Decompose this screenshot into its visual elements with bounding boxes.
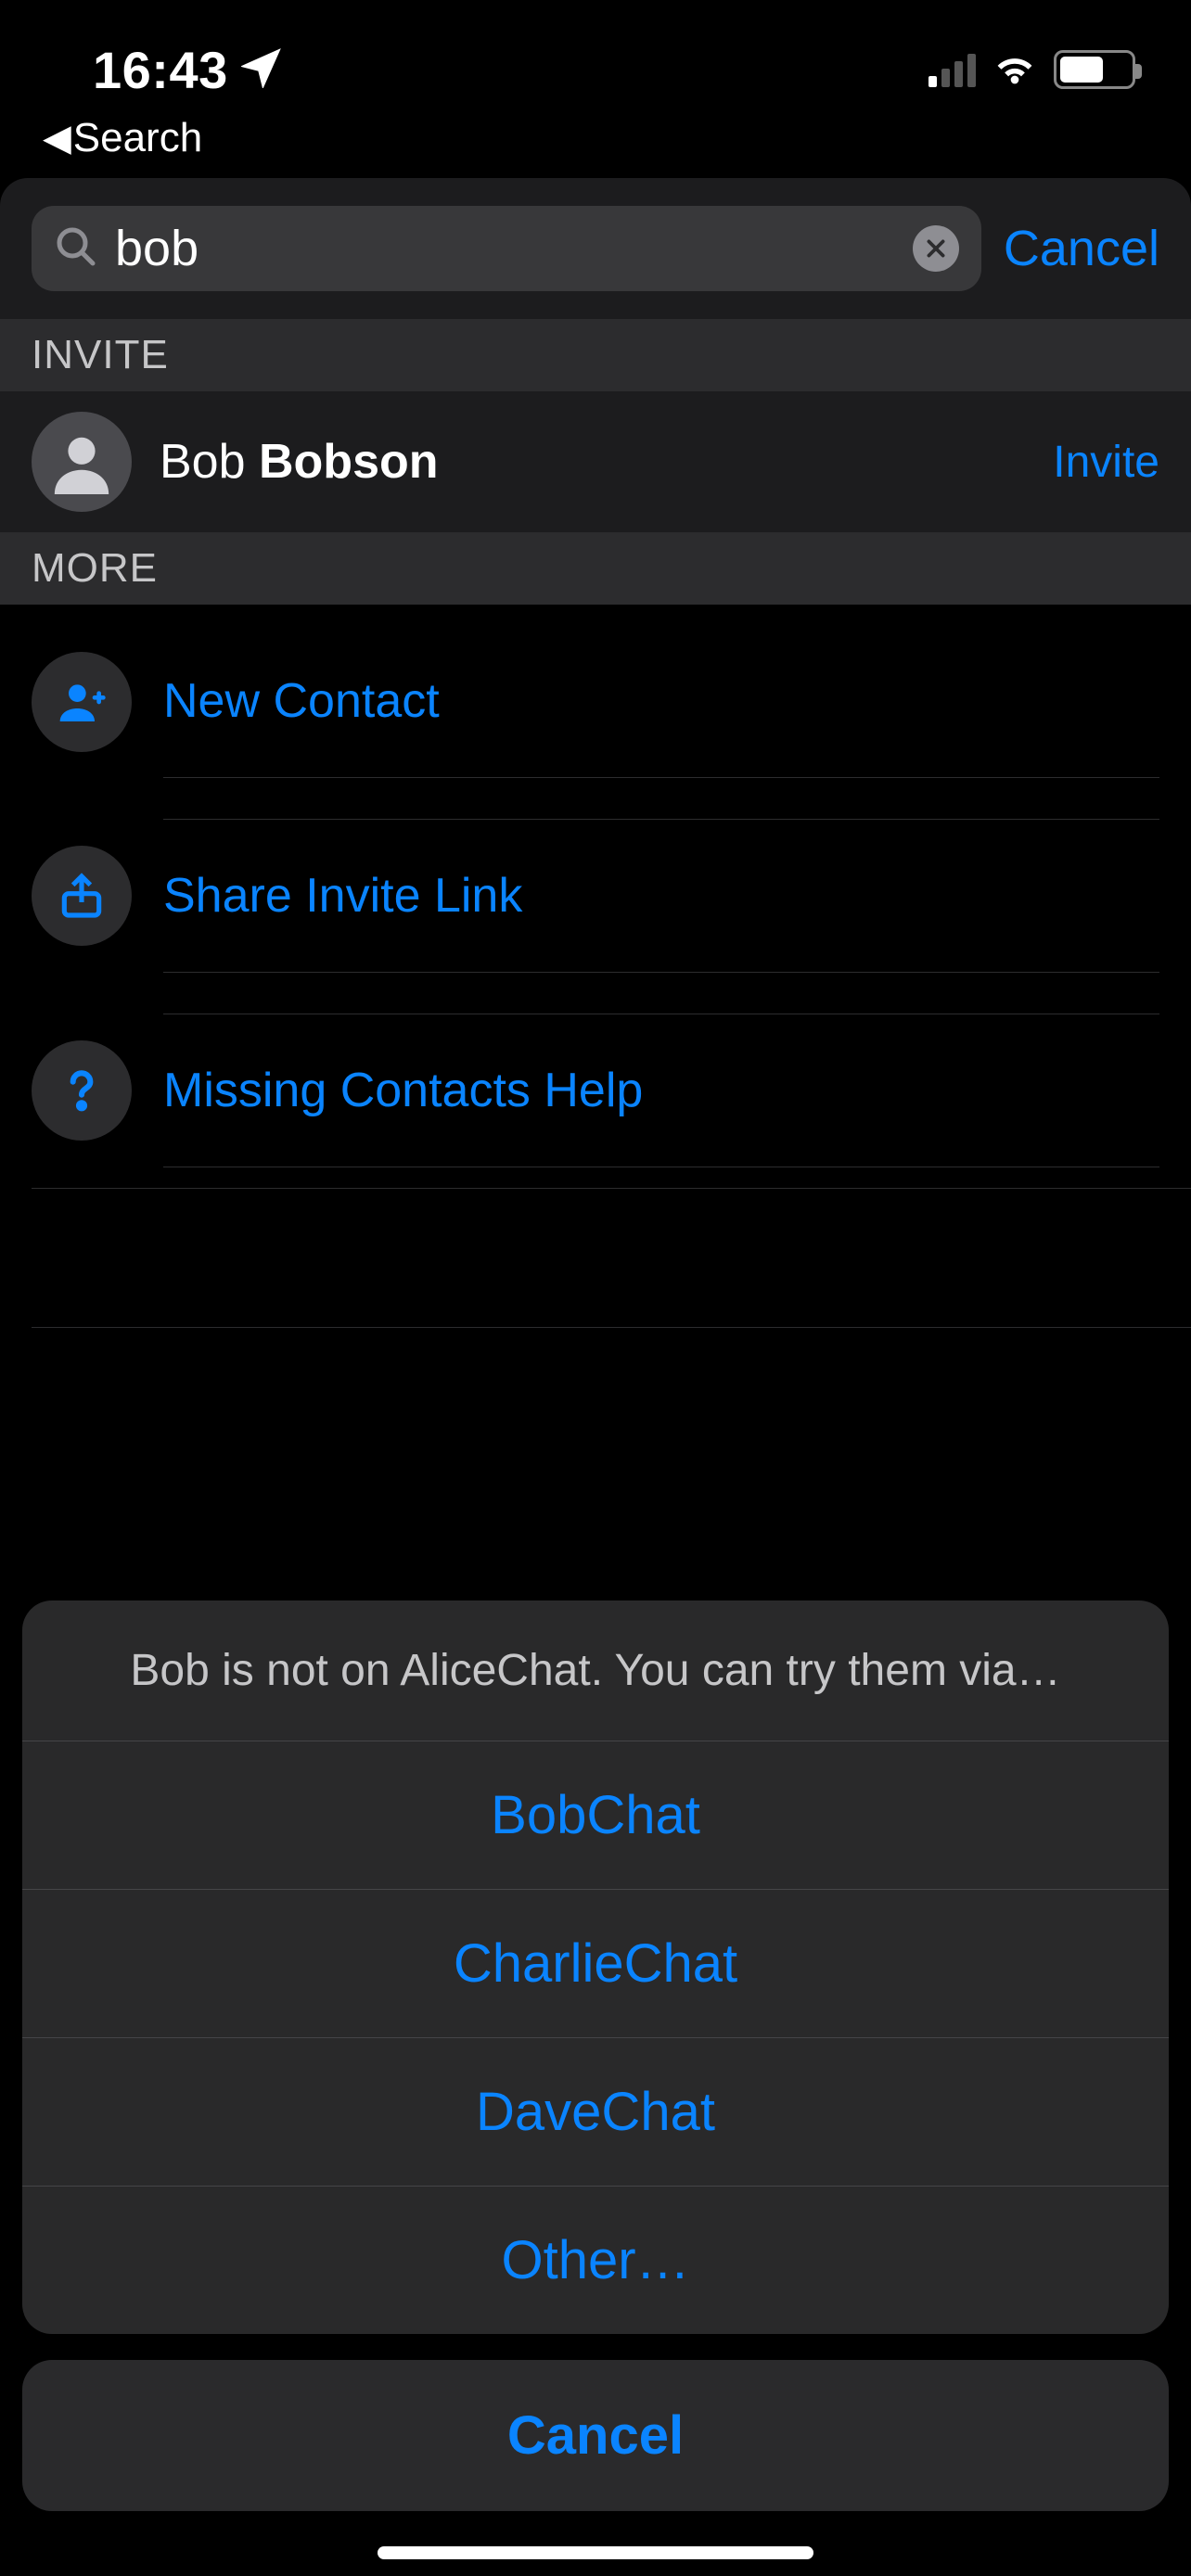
location-arrow-icon bbox=[241, 47, 282, 93]
search-field[interactable] bbox=[32, 206, 981, 291]
action-sheet-option-other[interactable]: Other… bbox=[22, 2187, 1169, 2334]
missing-contacts-row[interactable]: Missing Contacts Help bbox=[0, 993, 1191, 1188]
section-header-more: MORE bbox=[0, 532, 1191, 605]
divider bbox=[32, 1327, 1191, 1466]
cancel-search-button[interactable]: Cancel bbox=[1004, 220, 1159, 277]
action-sheet-option-davechat[interactable]: DaveChat bbox=[22, 2038, 1169, 2187]
clear-search-button[interactable] bbox=[913, 225, 959, 272]
divider bbox=[32, 1188, 1191, 1327]
action-sheet-option-charliechat[interactable]: CharlieChat bbox=[22, 1890, 1169, 2038]
add-person-icon bbox=[32, 652, 132, 752]
back-to-search[interactable]: ◀ Search bbox=[0, 111, 1191, 178]
wifi-icon bbox=[991, 49, 1039, 91]
action-sheet-title: Bob is not on AliceChat. You can try the… bbox=[22, 1600, 1169, 1741]
home-indicator[interactable] bbox=[378, 2546, 813, 2559]
share-invite-label: Share Invite Link bbox=[163, 833, 1159, 959]
battery-icon bbox=[1054, 50, 1135, 89]
contact-last-name: Bobson bbox=[259, 435, 439, 489]
contact-first-name: Bob bbox=[160, 435, 246, 489]
chevron-left-icon: ◀ bbox=[43, 117, 71, 159]
new-contact-row[interactable]: New Contact bbox=[0, 605, 1191, 798]
action-sheet-option-bobchat[interactable]: BobChat bbox=[22, 1741, 1169, 1890]
action-sheet: Bob is not on AliceChat. You can try the… bbox=[22, 1600, 1169, 2511]
search-panel: Cancel INVITE Bob Bobson Invite MORE bbox=[0, 178, 1191, 605]
section-header-invite: INVITE bbox=[0, 319, 1191, 391]
share-invite-row[interactable]: Share Invite Link bbox=[0, 798, 1191, 993]
question-icon bbox=[32, 1040, 132, 1141]
status-time: 16:43 bbox=[93, 40, 228, 100]
contact-row[interactable]: Bob Bobson Invite bbox=[0, 391, 1191, 532]
search-icon bbox=[54, 224, 98, 274]
missing-contacts-label: Missing Contacts Help bbox=[163, 1027, 1159, 1154]
cellular-signal-icon bbox=[928, 52, 976, 87]
contact-name: Bob Bobson bbox=[160, 434, 1025, 490]
status-bar: 16:43 bbox=[0, 0, 1191, 111]
action-sheet-cancel[interactable]: Cancel bbox=[22, 2360, 1169, 2511]
status-right bbox=[928, 49, 1135, 91]
share-icon bbox=[32, 846, 132, 946]
screen: 16:43 ◀ Search bbox=[0, 0, 1191, 2576]
action-sheet-card: Bob is not on AliceChat. You can try the… bbox=[22, 1600, 1169, 2334]
invite-button[interactable]: Invite bbox=[1053, 437, 1159, 488]
new-contact-label: New Contact bbox=[163, 638, 1159, 764]
more-list: New Contact Share Invite Link Missing Co… bbox=[0, 605, 1191, 1466]
search-input[interactable] bbox=[115, 220, 896, 277]
avatar-icon bbox=[32, 412, 132, 512]
back-label: Search bbox=[73, 115, 202, 161]
